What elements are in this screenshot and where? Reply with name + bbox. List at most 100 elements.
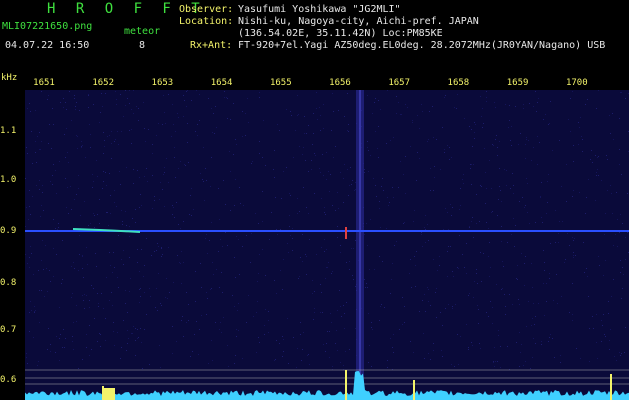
noise-dot [97, 293, 98, 294]
noise-dot [162, 189, 163, 190]
noise-dot [130, 278, 131, 279]
noise-dot [120, 358, 121, 359]
noise-dot [355, 328, 356, 329]
noise-dot [381, 186, 382, 187]
noise-dot [227, 98, 228, 99]
noise-dot [86, 347, 87, 348]
noise-dot [265, 309, 266, 310]
noise-dot [277, 124, 278, 125]
noise-dot [339, 290, 340, 291]
noise-dot [306, 274, 307, 275]
noise-dot [59, 307, 60, 308]
noise-dot [168, 182, 169, 183]
noise-dot [321, 247, 322, 248]
noise-dot [586, 268, 587, 269]
noise-dot [320, 130, 321, 131]
noise-dot [478, 309, 479, 310]
noise-dot [28, 219, 29, 220]
noise-dot [530, 368, 531, 369]
noise-dot [292, 228, 293, 229]
noise-dot [50, 181, 51, 182]
noise-dot [230, 119, 231, 120]
noise-dot [608, 301, 609, 302]
noise-dot [517, 265, 518, 266]
noise-dot [93, 181, 94, 182]
noise-dot [282, 289, 283, 290]
noise-dot [591, 150, 592, 151]
x-tick-label: 1655 [269, 78, 292, 88]
noise-dot [412, 122, 413, 123]
noise-dot [459, 209, 460, 210]
noise-dot [71, 297, 72, 298]
noise-dot [158, 123, 159, 124]
noise-dot [416, 251, 417, 252]
noise-dot [434, 177, 435, 178]
noise-dot [76, 321, 77, 322]
noise-dot [413, 352, 414, 353]
noise-dot [611, 193, 612, 194]
noise-dot [421, 234, 422, 235]
noise-dot [516, 278, 517, 279]
noise-dot [262, 157, 263, 158]
noise-dot [480, 185, 481, 186]
noise-dot [139, 177, 140, 178]
noise-dot [325, 214, 326, 215]
noise-dot [68, 162, 69, 163]
noise-dot [340, 252, 341, 253]
noise-dot [196, 90, 197, 91]
noise-dot [430, 305, 431, 306]
noise-dot [151, 255, 152, 256]
noise-dot [259, 153, 260, 154]
noise-dot [167, 298, 168, 299]
noise-dot [71, 266, 72, 267]
noise-dot [242, 111, 243, 112]
noise-dot [262, 221, 263, 222]
noise-dot [30, 246, 31, 247]
noise-dot [347, 169, 348, 170]
noise-dot [329, 191, 330, 192]
noise-dot [300, 257, 301, 258]
noise-dot [121, 347, 122, 348]
noise-dot [433, 350, 434, 351]
noise-dot [588, 296, 589, 297]
noise-dot [476, 194, 477, 195]
noise-dot [620, 92, 621, 93]
noise-dot [174, 217, 175, 218]
noise-dot [146, 314, 147, 315]
noise-dot [52, 108, 53, 109]
noise-dot [399, 329, 400, 330]
noise-dot [439, 265, 440, 266]
noise-dot [89, 325, 90, 326]
noise-dot [262, 191, 263, 192]
noise-dot [403, 174, 404, 175]
noise-dot [614, 356, 615, 357]
noise-dot [367, 141, 368, 142]
noise-dot [302, 349, 303, 350]
x-tick-label: 1653 [151, 78, 174, 88]
noise-dot [187, 142, 188, 143]
noise-dot [84, 308, 85, 309]
noise-dot [96, 160, 97, 161]
noise-dot [160, 367, 161, 368]
noise-dot [500, 346, 501, 347]
noise-dot [326, 179, 327, 180]
noise-dot [313, 113, 314, 114]
noise-dot [251, 233, 252, 234]
noise-dot [553, 300, 554, 301]
noise-dot [328, 262, 329, 263]
noise-dot [306, 256, 307, 257]
noise-dot [181, 320, 182, 321]
noise-dot [88, 94, 89, 95]
noise-dot [190, 195, 191, 196]
noise-dot [365, 287, 366, 288]
noise-dot [598, 156, 599, 157]
noise-dot [526, 139, 527, 140]
noise-dot [499, 186, 500, 187]
noise-dot [400, 114, 401, 115]
noise-dot [33, 274, 34, 275]
noise-dot [538, 98, 539, 99]
noise-dot [444, 149, 445, 150]
noise-dot [612, 213, 613, 214]
noise-dot [90, 134, 91, 135]
noise-dot [398, 102, 399, 103]
